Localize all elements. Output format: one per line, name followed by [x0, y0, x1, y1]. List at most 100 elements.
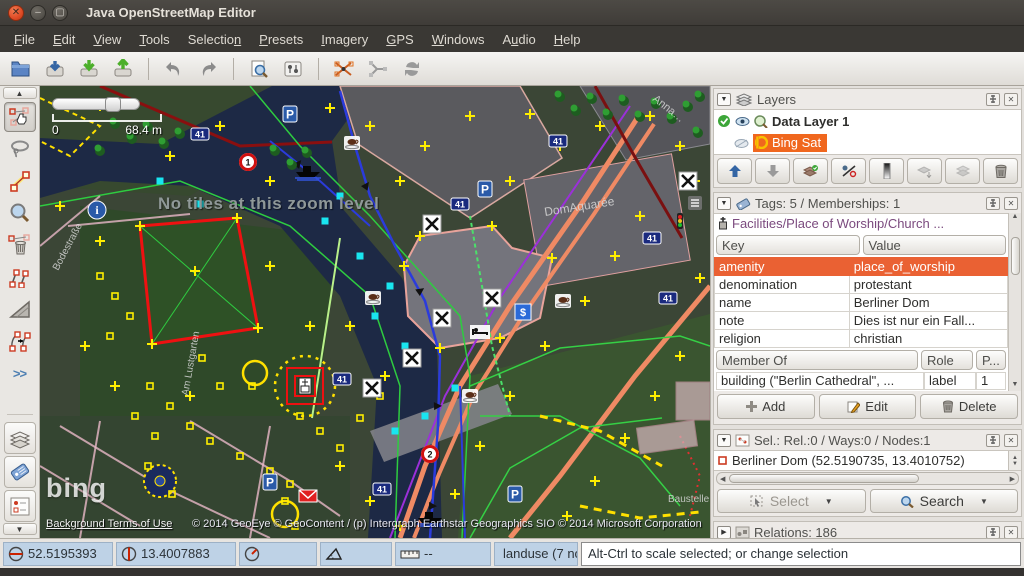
map-icon-b41[interactable]: 41: [333, 373, 351, 385]
map-icon-b41[interactable]: 41: [659, 292, 677, 304]
edit-tag-button[interactable]: Edit: [819, 394, 917, 419]
split-way-button[interactable]: [329, 55, 359, 83]
tree-icon[interactable]: [587, 93, 594, 100]
map-icon-x[interactable]: [679, 172, 697, 190]
menu-audio[interactable]: Audio: [494, 29, 543, 50]
visibility-eye-dim-icon[interactable]: [734, 138, 749, 149]
map-icon-p[interactable]: P: [263, 474, 277, 490]
parallel-way-tool[interactable]: [4, 262, 36, 292]
map-zoom-slider[interactable]: [52, 98, 140, 110]
preset-row[interactable]: Facilities/Place of Worship/Church ...: [714, 213, 1008, 233]
selected-node-marker[interactable]: [157, 178, 164, 185]
open-file-button[interactable]: [6, 55, 36, 83]
select-button[interactable]: Select▼: [717, 489, 866, 513]
menu-view[interactable]: View: [85, 29, 129, 50]
menu-imagery[interactable]: Imagery: [313, 29, 376, 50]
tree-icon[interactable]: [693, 127, 700, 134]
zoom-tool[interactable]: [4, 198, 36, 228]
more-tools-button[interactable]: >>: [4, 358, 36, 388]
menu-windows[interactable]: Windows: [424, 29, 493, 50]
tree-icon[interactable]: [270, 145, 277, 152]
selected-node-marker[interactable]: [372, 313, 379, 320]
tree-icon[interactable]: [95, 145, 102, 152]
menu-gps[interactable]: GPS: [378, 29, 421, 50]
tree-icon[interactable]: [683, 101, 690, 108]
collapse-down-button[interactable]: ▼: [3, 523, 37, 535]
selected-node-marker[interactable]: [452, 385, 459, 392]
tree-icon[interactable]: [635, 111, 642, 118]
map-icon-b41[interactable]: 41: [643, 232, 661, 244]
menu-tools[interactable]: Tools: [131, 29, 177, 50]
download-button[interactable]: [74, 55, 104, 83]
value-column-header[interactable]: Value: [863, 235, 1007, 255]
selected-node-marker[interactable]: [402, 343, 409, 350]
layer-row-data[interactable]: Data Layer 1: [714, 110, 1021, 132]
map-icon-sign[interactable]: 2: [421, 445, 439, 463]
tags-collapse-toggle[interactable]: ▼: [717, 197, 731, 210]
menu-presets[interactable]: Presets: [251, 29, 311, 50]
tree-icon[interactable]: [287, 159, 294, 166]
terms-of-use-link[interactable]: Background Terms of Use: [46, 518, 172, 530]
selection-list-spinner[interactable]: ▲▼: [1008, 451, 1021, 470]
map-icon-p[interactable]: P: [478, 181, 492, 197]
tree-icon[interactable]: [603, 109, 610, 116]
add-tag-button[interactable]: Add: [717, 394, 815, 419]
role-column-header[interactable]: Role: [921, 350, 973, 370]
selected-node-marker[interactable]: [392, 428, 399, 435]
extrude-tool[interactable]: [4, 294, 36, 324]
upload-button[interactable]: [108, 55, 138, 83]
tag-row[interactable]: amenityplace_of_worship: [715, 258, 1008, 276]
collapse-up-button[interactable]: ▲: [3, 87, 37, 99]
map-icon-info[interactable]: i: [88, 201, 106, 219]
distance-field[interactable]: --: [395, 542, 491, 566]
tags-pin-button[interactable]: [986, 197, 1000, 210]
map-icon-x[interactable]: [363, 379, 381, 397]
layer-move-down-button[interactable]: [755, 158, 790, 184]
tree-icon[interactable]: [175, 128, 182, 135]
tree-icon[interactable]: [159, 138, 166, 145]
tree-icon[interactable]: [571, 105, 578, 112]
selection-hscrollbar[interactable]: ◀▶: [716, 472, 1019, 485]
map-icon-cup[interactable]: [462, 389, 478, 403]
map-icon-p[interactable]: P: [283, 106, 297, 122]
preferences-button[interactable]: [278, 55, 308, 83]
map-icon-x[interactable]: [403, 349, 421, 367]
undo-button[interactable]: [159, 55, 189, 83]
latitude-field[interactable]: 52.5195393: [3, 542, 113, 566]
visibility-eye-icon[interactable]: [735, 116, 750, 127]
layer-delete-button[interactable]: [983, 158, 1018, 184]
tag-row[interactable]: noteDies ist nur ein Fall...: [715, 312, 1008, 330]
building-block[interactable]: [676, 382, 710, 420]
map-icon-mail[interactable]: [299, 490, 317, 502]
tags-panel-button[interactable]: [4, 456, 36, 488]
layer-row-bing[interactable]: Bing Sat: [714, 132, 1021, 154]
membership-row[interactable]: building ("Berlin Cathedral", ... label …: [714, 372, 1008, 391]
tag-row[interactable]: religionchristian: [715, 330, 1008, 348]
selected-node-marker[interactable]: [387, 283, 394, 290]
layers-panel-button[interactable]: [4, 422, 36, 454]
map-icon-cup[interactable]: [555, 294, 571, 308]
map-icon-sign[interactable]: 1: [239, 153, 257, 171]
selected-node-marker[interactable]: [322, 218, 329, 225]
tree-icon[interactable]: [302, 147, 309, 154]
scrollbar-thumb[interactable]: [729, 474, 919, 483]
map-icon-b41[interactable]: 41: [451, 198, 469, 210]
selection-list-item[interactable]: Berliner Dom (52.5190735, 13.4010752) ▲▼: [714, 450, 1021, 471]
menu-file[interactable]: File: [6, 29, 43, 50]
map-icon-cup[interactable]: [365, 291, 381, 305]
layer-visibility-button[interactable]: [831, 158, 866, 184]
selected-node-marker[interactable]: [357, 253, 364, 260]
redo-button[interactable]: [193, 55, 223, 83]
relations-pin-button[interactable]: [986, 526, 1000, 539]
layers-collapse-toggle[interactable]: ▼: [717, 93, 731, 106]
menu-selection[interactable]: Selection: [180, 29, 249, 50]
tag-row[interactable]: nameBerliner Dom: [715, 294, 1008, 312]
layers-pin-button[interactable]: [986, 93, 1000, 106]
search-button-panel[interactable]: Search▼: [870, 489, 1019, 513]
longitude-field[interactable]: 13.4007883: [116, 542, 236, 566]
maximize-window-button[interactable]: ▢: [52, 5, 68, 21]
layer-opacity-button[interactable]: [869, 158, 904, 184]
lasso-tool[interactable]: [4, 134, 36, 164]
minimize-window-button[interactable]: –: [30, 5, 46, 21]
improve-accuracy-tool[interactable]: [4, 326, 36, 356]
